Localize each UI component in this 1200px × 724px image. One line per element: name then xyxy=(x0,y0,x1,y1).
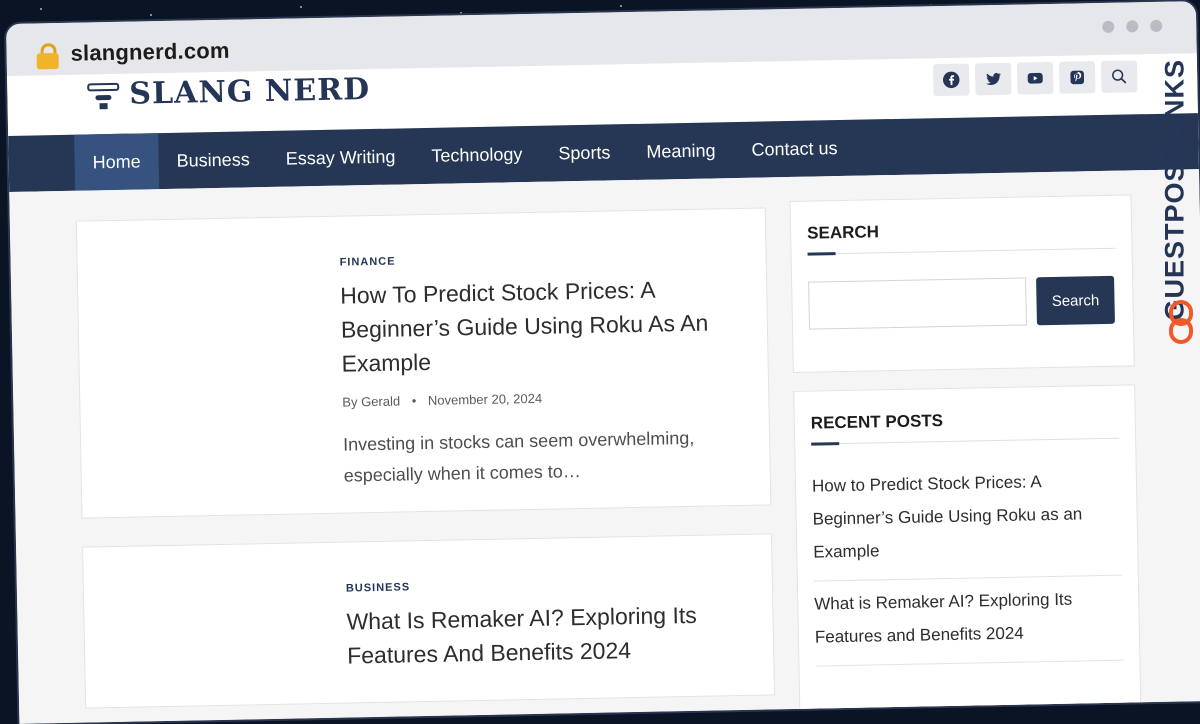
recent-post-link[interactable]: How to Predict Stock Prices: A Beginner’… xyxy=(811,457,1122,582)
guestpostlinks-watermark: GUESTPOSTLINKS xyxy=(1159,58,1200,360)
post-title[interactable]: What Is Remaker AI? Exploring Its Featur… xyxy=(346,597,733,672)
post-meta: By Gerald • November 20, 2024 xyxy=(342,387,728,410)
nav-item-sports[interactable]: Sports xyxy=(540,124,629,182)
post-date: November 20, 2024 xyxy=(427,390,543,408)
logo-text: SLANG NERD xyxy=(129,71,371,112)
nerd-mascot-icon xyxy=(87,77,120,112)
recent-posts-title: RECENT POSTS xyxy=(810,407,1120,445)
nav-item-technology[interactable]: Technology xyxy=(413,126,541,184)
window-controls xyxy=(1102,19,1163,33)
window-dot-icon[interactable] xyxy=(1102,20,1115,33)
nav-item-business[interactable]: Business xyxy=(158,131,268,189)
facebook-icon[interactable] xyxy=(932,63,970,97)
post-category[interactable]: FINANCE xyxy=(340,249,726,269)
post-excerpt: Investing in stocks can seem overwhelmin… xyxy=(342,427,695,486)
twitter-icon[interactable] xyxy=(974,62,1012,96)
nav-item-essay-writing[interactable]: Essay Writing xyxy=(267,128,414,187)
post-card: FINANCE How To Predict Stock Prices: A B… xyxy=(75,207,772,519)
watermark-text: GUESTPOSTLINKS xyxy=(1159,58,1190,321)
post-title[interactable]: How To Predict Stock Prices: A Beginner’… xyxy=(340,271,728,380)
search-icon[interactable] xyxy=(1100,60,1138,93)
recent-posts-list: How to Predict Stock Prices: A Beginner’… xyxy=(811,457,1124,667)
nav-item-meaning[interactable]: Meaning xyxy=(628,122,734,180)
lock-icon xyxy=(36,43,59,70)
post-author[interactable]: Gerald xyxy=(361,394,400,410)
search-widget-title: SEARCH xyxy=(806,217,1116,255)
nav-item-contact-us[interactable]: Contact us xyxy=(733,120,856,178)
window-dot-icon[interactable] xyxy=(1126,20,1139,33)
pinterest-icon[interactable] xyxy=(1058,61,1096,94)
recent-post-link[interactable]: What is Remaker AI? Exploring Its Featur… xyxy=(813,575,1124,667)
search-input[interactable] xyxy=(808,277,1027,330)
social-links xyxy=(932,60,1138,97)
post-category[interactable]: BUSINESS xyxy=(346,575,732,594)
post-by-label: By xyxy=(342,394,358,410)
youtube-icon[interactable] xyxy=(1016,61,1054,95)
window-dot-icon[interactable] xyxy=(1150,19,1163,33)
recent-posts-widget: RECENT POSTS How to Predict Stock Prices… xyxy=(793,384,1142,713)
link-chain-icon xyxy=(1169,300,1193,344)
post-card: BUSINESS What Is Remaker AI? Exploring I… xyxy=(82,533,776,709)
nav-item-home[interactable]: Home xyxy=(74,133,160,191)
site-logo[interactable]: SLANG NERD xyxy=(87,69,370,114)
search-button[interactable]: Search xyxy=(1036,275,1115,326)
search-widget: SEARCH Search xyxy=(789,194,1135,373)
meta-separator: • xyxy=(411,393,417,409)
address-bar-url[interactable]: slangnerd.com xyxy=(70,38,230,67)
main-content: FINANCE How To Predict Stock Prices: A B… xyxy=(9,169,1200,724)
browser-window: slangnerd.com SLANG NERD Home Business E… xyxy=(6,1,1200,724)
